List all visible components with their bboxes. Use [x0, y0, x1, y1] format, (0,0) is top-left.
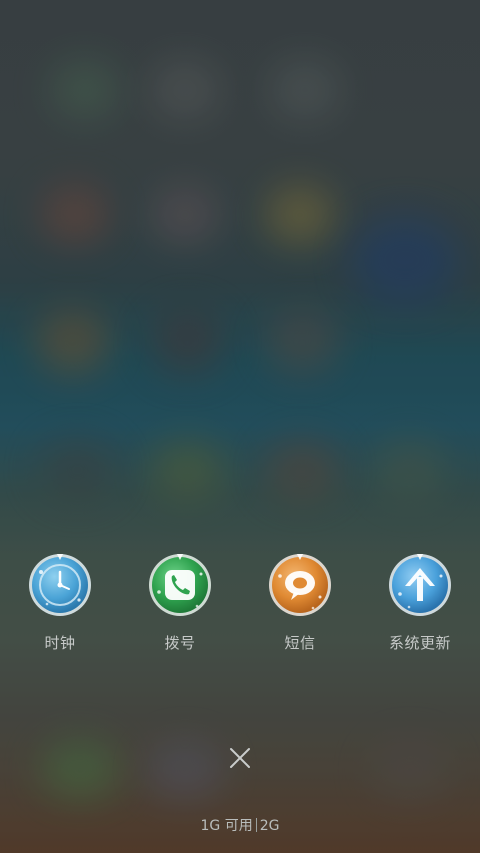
clock-icon	[27, 552, 93, 618]
dim-overlay	[0, 0, 480, 853]
shortcut-label: 短信	[284, 634, 316, 652]
memory-separator	[255, 818, 257, 832]
shortcut-system-update[interactable]: 系统更新	[360, 548, 480, 658]
phone-icon	[147, 552, 213, 618]
memory-total: 2G	[259, 818, 280, 834]
shortcut-label: 拨号	[164, 634, 196, 652]
message-icon	[267, 552, 333, 618]
shortcut-row: 时钟 拨号 短信 系统更新	[0, 548, 480, 658]
close-icon	[230, 748, 250, 768]
close-button[interactable]	[220, 738, 260, 778]
shortcut-dialer[interactable]: 拨号	[120, 548, 240, 658]
shortcut-messages[interactable]: 短信	[240, 548, 360, 658]
shortcut-clock[interactable]: 时钟	[0, 548, 120, 658]
shortcut-label: 时钟	[44, 634, 76, 652]
shortcut-label: 系统更新	[388, 634, 451, 652]
update-arrow-icon	[387, 552, 453, 618]
memory-available: 1G 可用	[200, 818, 253, 834]
memory-info: 1G 可用 2G	[0, 815, 480, 835]
shortcut-menu-screen: 时钟 拨号 短信 系统更新 1G 可用 2G	[0, 0, 480, 853]
